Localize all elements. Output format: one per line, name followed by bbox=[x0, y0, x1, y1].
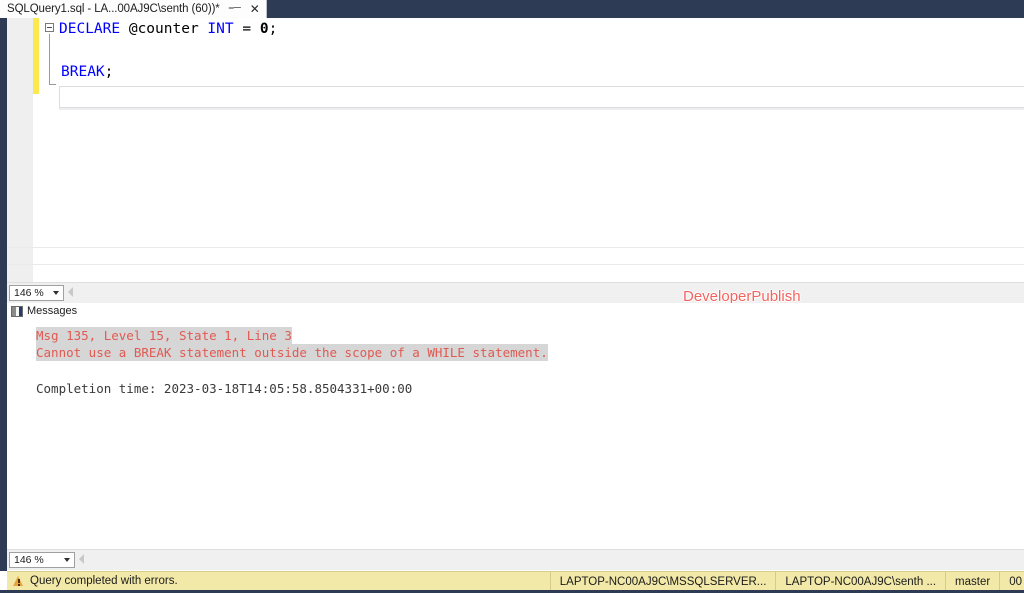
results-tabstrip: Messages bbox=[7, 303, 1024, 319]
status-user: LAPTOP-NC00AJ9C\senth ... bbox=[775, 572, 945, 591]
token-number-zero: 0 bbox=[259, 21, 269, 37]
fold-guide-foot bbox=[49, 84, 56, 85]
status-bar-left: Query completed with errors. bbox=[7, 575, 178, 587]
sql-editor[interactable]: DECLARE @counter INT = 0; BREAK; bbox=[7, 18, 1024, 282]
chevron-down-icon[interactable] bbox=[53, 291, 59, 295]
editor-zoom-strip: 146 % bbox=[7, 282, 1024, 303]
status-message: Query completed with errors. bbox=[30, 575, 178, 587]
status-server: LAPTOP-NC00AJ9C\MSSQLSERVER... bbox=[549, 572, 776, 591]
ssms-query-window: SQLQuery1.sql - LA...00AJ9C\senth (60))*… bbox=[0, 0, 1024, 593]
intellisense-input-box[interactable] bbox=[59, 86, 1024, 108]
editor-hscroll-left-arrow[interactable] bbox=[68, 287, 73, 297]
fold-guide-line bbox=[49, 34, 50, 84]
token-semicolon-2: ; bbox=[104, 64, 114, 80]
grid-table-icon bbox=[11, 305, 23, 317]
left-rail bbox=[0, 18, 7, 571]
close-icon[interactable]: ✕ bbox=[250, 3, 260, 15]
status-database: master bbox=[945, 572, 999, 591]
intellisense-box-shadow bbox=[59, 108, 1024, 110]
token-operator-equals: = bbox=[242, 21, 252, 37]
message-line-error-header: Msg 135, Level 15, State 1, Line 3 bbox=[36, 327, 292, 344]
results-zoom-strip: 146 % bbox=[7, 549, 1024, 570]
token-semicolon-1: ; bbox=[268, 21, 278, 37]
token-keyword-break: BREAK bbox=[61, 64, 105, 80]
fold-collapse-icon[interactable] bbox=[45, 23, 54, 32]
chevron-down-icon-results[interactable] bbox=[64, 558, 70, 562]
document-tab-label: SQLQuery1.sql - LA...00AJ9C\senth (60))* bbox=[7, 3, 220, 15]
pin-icon[interactable]: ⎯─ bbox=[229, 3, 241, 14]
results-hscroll-left-arrow[interactable] bbox=[79, 554, 84, 564]
results-zoom-value: 146 % bbox=[14, 554, 44, 566]
editor-divider-2 bbox=[7, 264, 1024, 265]
token-variable-counter: @counter bbox=[128, 21, 199, 37]
message-line-error-detail: Cannot use a BREAK statement outside the… bbox=[36, 344, 548, 361]
editor-zoom-dropdown[interactable]: 146 % bbox=[9, 285, 64, 301]
token-keyword-declare: DECLARE bbox=[59, 21, 121, 37]
code-area[interactable]: DECLARE @counter INT = 0; BREAK; bbox=[39, 18, 1024, 282]
messages-output[interactable]: Msg 135, Level 15, State 1, Line 3 Canno… bbox=[7, 319, 1024, 549]
code-line-3: BREAK; bbox=[61, 61, 113, 83]
editor-zoom-value: 146 % bbox=[14, 287, 44, 299]
status-bar-right: LAPTOP-NC00AJ9C\MSSQLSERVER... LAPTOP-NC… bbox=[549, 572, 1024, 591]
status-bar: Query completed with errors. LAPTOP-NC00… bbox=[7, 571, 1024, 591]
token-type-int: INT bbox=[207, 21, 234, 37]
editor-gutter bbox=[7, 18, 33, 282]
tab-messages-label: Messages bbox=[27, 305, 78, 317]
code-line-1: DECLARE @counter INT = 0; bbox=[59, 18, 277, 40]
status-elapsed: 00 bbox=[999, 572, 1024, 591]
results-pane: Messages Msg 135, Level 15, State 1, Lin… bbox=[7, 303, 1024, 549]
tab-messages[interactable]: Messages bbox=[11, 303, 77, 319]
title-bar: SQLQuery1.sql - LA...00AJ9C\senth (60))*… bbox=[0, 0, 1024, 18]
warning-icon bbox=[13, 576, 24, 586]
results-zoom-dropdown[interactable]: 146 % bbox=[9, 552, 75, 568]
editor-divider-1 bbox=[7, 247, 1024, 248]
document-tab-sqlquery1[interactable]: SQLQuery1.sql - LA...00AJ9C\senth (60))*… bbox=[0, 0, 267, 18]
message-line-completion-time: Completion time: 2023-03-18T14:05:58.850… bbox=[36, 381, 413, 396]
